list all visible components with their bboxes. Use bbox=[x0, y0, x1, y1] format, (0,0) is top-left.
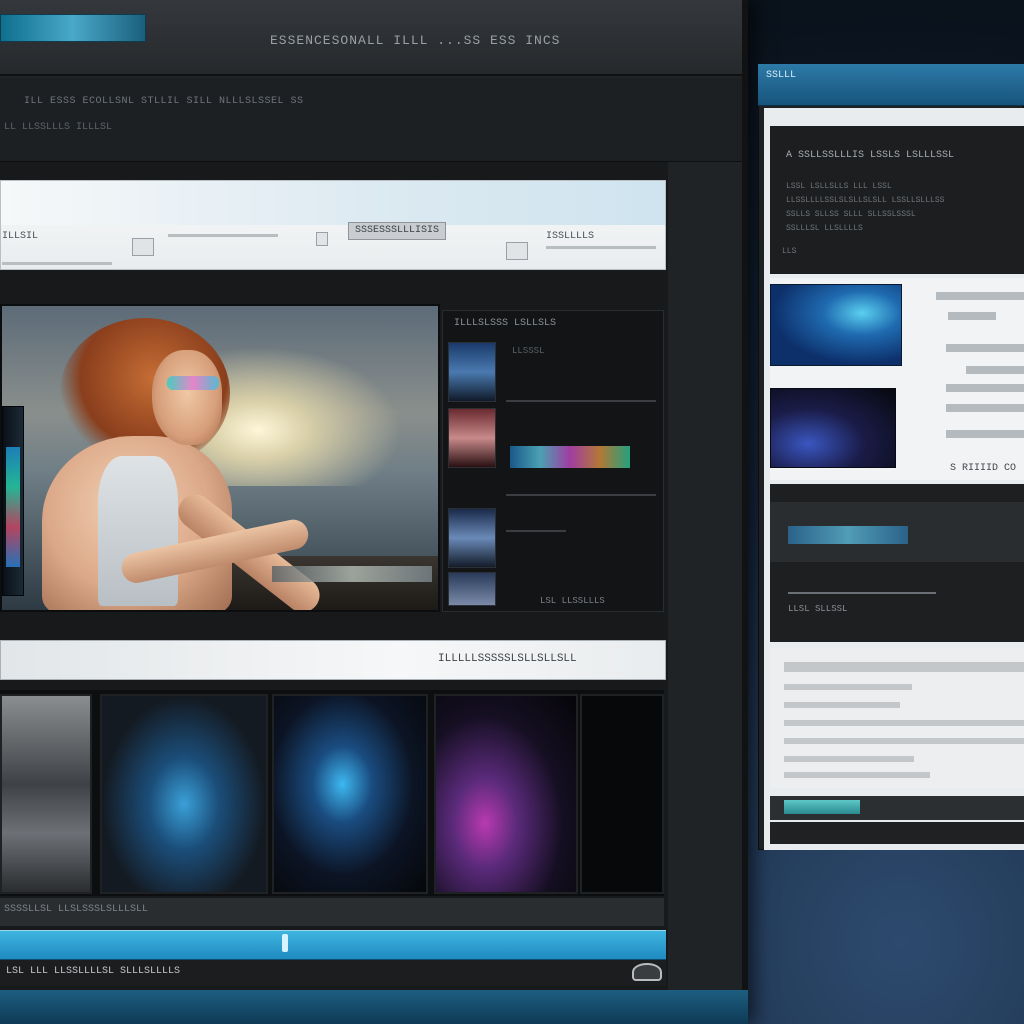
toolbar-main-button[interactable]: SSSESSSLLLISIS bbox=[348, 222, 447, 240]
toolbar-divider bbox=[2, 262, 112, 265]
article-line: LLSSLLLLSSLSLSLLSLSLL LSSLLSLLLSS bbox=[786, 196, 945, 205]
app-logo-bar bbox=[0, 14, 146, 42]
caption-text: ILLLLLSSSSSLSLLSLLSLL bbox=[438, 653, 577, 665]
speaker-icon[interactable] bbox=[632, 963, 662, 981]
article-line: SSLLLSL LLSLLLLS bbox=[786, 224, 863, 233]
gallery-image-2[interactable] bbox=[770, 388, 896, 468]
secondary-window-titlebar[interactable] bbox=[758, 64, 1024, 106]
text-line bbox=[784, 738, 1024, 744]
thumbnail-3[interactable] bbox=[272, 694, 428, 894]
video-preview[interactable] bbox=[0, 304, 440, 612]
panel-row-divider bbox=[506, 400, 656, 402]
secondary-window-title: SSLLL bbox=[766, 70, 797, 81]
gallery-text-line bbox=[946, 384, 1024, 392]
gallery-text-line bbox=[966, 366, 1024, 374]
panel-row-divider bbox=[506, 530, 566, 532]
text-line bbox=[784, 662, 1024, 672]
toolbar-label-right: ISSLLLLS bbox=[546, 231, 595, 242]
thumbnail-2[interactable] bbox=[100, 694, 268, 894]
side-panel-footer: LSL LLSSLLLS bbox=[540, 596, 605, 606]
secondary-footer-button[interactable] bbox=[784, 800, 860, 814]
toolbar-label: ILLSIL bbox=[2, 231, 39, 242]
article-footer: LLS bbox=[782, 247, 797, 256]
monitor-icon[interactable] bbox=[132, 238, 154, 256]
thumbnail-4[interactable] bbox=[434, 694, 578, 894]
thumbnail-5[interactable] bbox=[580, 694, 664, 894]
video-figure-glasses bbox=[167, 376, 219, 390]
gallery-text-line bbox=[936, 292, 1024, 300]
subheader-text-secondary: LL LLSSLLLS ILLLSL bbox=[4, 122, 113, 133]
toolbar-address-strip[interactable] bbox=[1, 181, 665, 225]
panel-thumbnail[interactable] bbox=[448, 572, 496, 606]
text-line bbox=[784, 702, 900, 708]
window-title: ESSENCESONALL ILLL ...SS ESS INCS bbox=[270, 33, 561, 48]
side-panel-subtitle: LLSSSL bbox=[512, 346, 545, 356]
thumbnail-info-text: SSSSLLSL LLSLSSSLSLLLSLL bbox=[4, 904, 149, 915]
panel-thumbnail[interactable] bbox=[448, 408, 496, 468]
article-title: A SSLLSSLLLIS LSSLS LSLLLSSL bbox=[786, 150, 955, 161]
gallery-image-1[interactable] bbox=[770, 284, 902, 366]
gallery-text-line bbox=[948, 312, 996, 320]
article-line: SSLLS SLLSS SLLL SLLSSLSSSL bbox=[786, 210, 916, 219]
text-line bbox=[784, 684, 912, 690]
toolbar-divider bbox=[168, 234, 278, 237]
grid-icon[interactable] bbox=[506, 242, 528, 260]
toolbar bbox=[0, 180, 666, 270]
panel-thumbnail[interactable] bbox=[448, 508, 496, 568]
video-figure-top bbox=[98, 456, 178, 606]
gallery-caption: S RIIIID CO bbox=[950, 463, 1017, 474]
list-divider bbox=[788, 592, 936, 594]
timeline-scrubber[interactable] bbox=[0, 930, 666, 960]
panel-thumbnail[interactable] bbox=[448, 342, 496, 402]
panel-row-divider bbox=[506, 494, 656, 496]
video-console-screen bbox=[272, 566, 432, 582]
status-text: LSL LLL LLSSLLLLSL SLLLSLLLLS bbox=[6, 966, 181, 977]
toolbar-divider bbox=[546, 246, 656, 249]
timeline-playhead[interactable] bbox=[282, 934, 288, 952]
list-item-preview bbox=[788, 526, 908, 544]
article-line: LSSL LSLLSLLS LLL LSSL bbox=[786, 182, 892, 191]
taskbar bbox=[0, 990, 748, 1024]
secondary-footer-bar bbox=[770, 822, 1024, 844]
video-figure-face bbox=[152, 350, 222, 445]
gallery-text-line bbox=[946, 344, 1024, 352]
side-panel-title: ILLLSLSSS LSLLSLS bbox=[454, 318, 557, 329]
gallery-text-line bbox=[946, 404, 1024, 412]
subheader bbox=[0, 78, 742, 162]
panel-media-preview[interactable] bbox=[510, 446, 630, 468]
text-line bbox=[784, 756, 914, 762]
gallery-text-line bbox=[946, 430, 1024, 438]
thumbnail-1[interactable] bbox=[0, 694, 92, 894]
bookmark-icon[interactable] bbox=[316, 232, 328, 246]
text-line bbox=[784, 720, 1024, 726]
list-footer: LLSL SLLSSL bbox=[788, 604, 848, 614]
subheader-text: ILL ESSS ECOLLSNL STLLIL SILL NLLLSLSSEL… bbox=[24, 96, 304, 107]
text-line bbox=[784, 772, 930, 778]
video-side-device bbox=[2, 406, 24, 596]
